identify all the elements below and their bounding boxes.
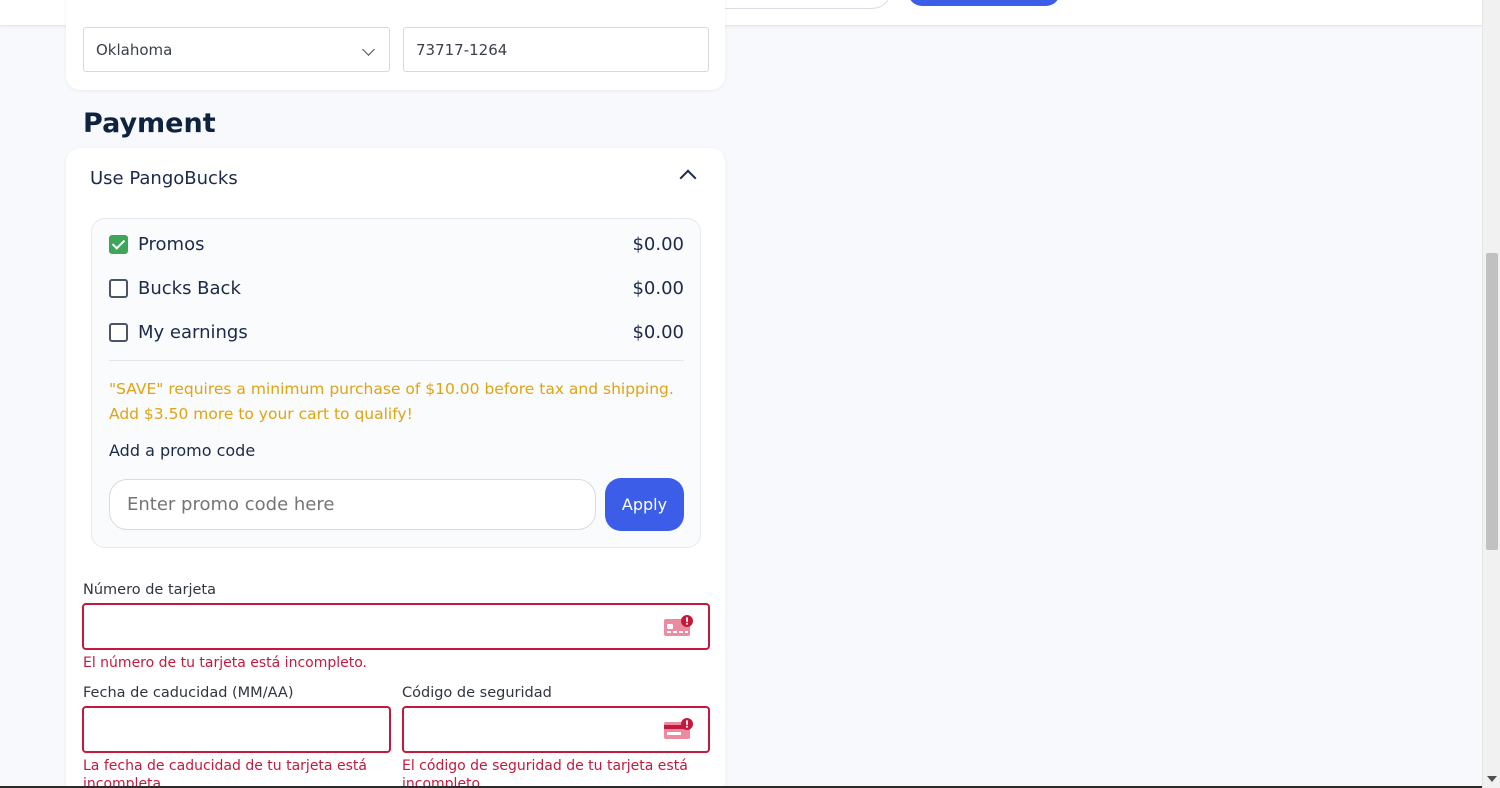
chevron-up-icon[interactable] [679,169,697,187]
my-earnings-checkbox[interactable] [109,323,128,342]
promos-checkbox[interactable] [109,235,128,254]
cvc-error: El código de seguridad de tu tarjeta est… [402,758,688,788]
card-number-error: El número de tu tarjeta está incompleto. [83,655,367,671]
my-earnings-label: My earnings [138,322,248,343]
pangobucks-item-my-earnings[interactable]: My earnings $0.00 [109,321,684,345]
pangobucks-item-bucks-back[interactable]: Bucks Back $0.00 [109,277,684,301]
expiry-label: Fecha de caducidad (MM/AA) [83,685,294,701]
promos-amount: $0.00 [632,234,684,255]
promo-warning: "SAVE" requires a minimum purchase of $1… [109,377,684,427]
my-earnings-amount: $0.00 [632,322,684,343]
cvc-label: Código de seguridad [402,685,552,701]
pangobucks-item-promos[interactable]: Promos $0.00 [109,233,684,257]
bucks-back-checkbox[interactable] [109,279,128,298]
scroll-down-arrow-icon[interactable] [1487,776,1497,782]
scrollbar-thumb[interactable] [1486,253,1498,550]
pangobucks-panel: Promos $0.00 Bucks Back $0.00 My earning… [91,218,701,548]
promo-code-input[interactable] [109,479,596,530]
expiry-input[interactable] [82,706,391,753]
expiry-error: La fecha de caducidad de tu tarjeta está… [83,758,367,788]
card-number-input[interactable] [82,603,710,650]
promos-label: Promos [138,234,205,255]
bucks-back-amount: $0.00 [632,278,684,299]
header-button[interactable] [908,0,1060,6]
zip-input[interactable]: 73717-1264 [403,27,709,72]
shipping-address-card: Oklahoma 73717-1264 [66,0,725,90]
divider [109,360,684,361]
pangobucks-header[interactable]: Use PangoBucks [90,168,238,189]
state-select[interactable]: Oklahoma [83,27,390,72]
promo-warning-line1: "SAVE" requires a minimum purchase of $1… [109,380,674,398]
zip-input-value: 73717-1264 [416,41,508,59]
promo-code-label: Add a promo code [109,441,256,460]
payment-card: Use PangoBucks Promos $0.00 Bucks Back $… [66,148,725,788]
cvc-error-icon [664,718,693,739]
state-select-value: Oklahoma [96,41,173,59]
cvc-input[interactable] [402,706,710,753]
promo-warning-line2: Add $3.50 more to your cart to qualify! [109,405,413,423]
apply-button[interactable]: Apply [605,478,684,531]
payment-title: Payment [83,108,216,139]
chevron-down-icon [362,43,375,56]
page-scrollbar[interactable] [1482,0,1500,788]
bucks-back-label: Bucks Back [138,278,241,299]
card-number-label: Número de tarjeta [83,582,216,598]
card-error-icon [664,615,693,636]
